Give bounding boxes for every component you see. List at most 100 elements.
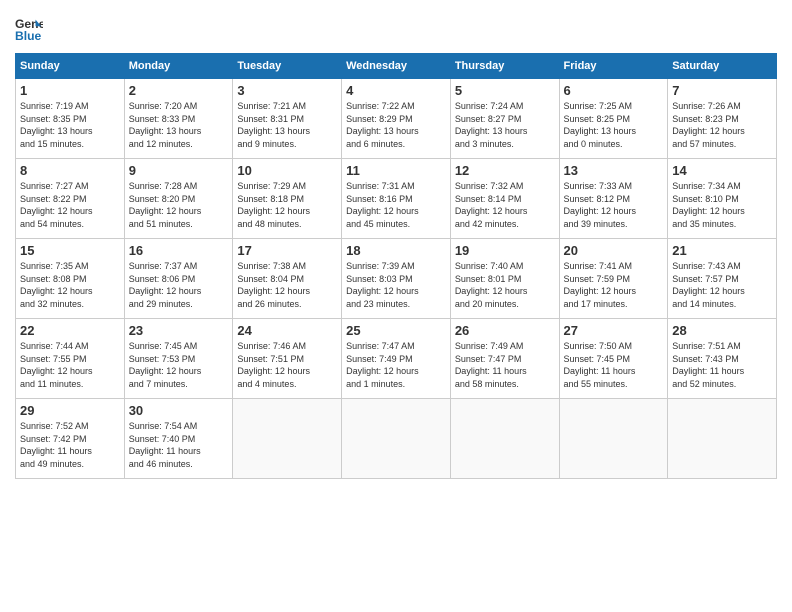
day-info: Sunrise: 7:41 AMSunset: 7:59 PMDaylight:… xyxy=(564,260,664,310)
calendar-table: SundayMondayTuesdayWednesdayThursdayFrid… xyxy=(15,53,777,479)
calendar-cell: 3 Sunrise: 7:21 AMSunset: 8:31 PMDaylight… xyxy=(233,79,342,159)
calendar-cell: 24 Sunrise: 7:46 AMSunset: 7:51 PMDayligh… xyxy=(233,319,342,399)
calendar-cell: 9 Sunrise: 7:28 AMSunset: 8:20 PMDaylight… xyxy=(124,159,233,239)
day-info: Sunrise: 7:21 AMSunset: 8:31 PMDaylight:… xyxy=(237,100,337,150)
calendar-cell: 21 Sunrise: 7:43 AMSunset: 7:57 PMDayligh… xyxy=(668,239,777,319)
calendar-cell: 11 Sunrise: 7:31 AMSunset: 8:16 PMDayligh… xyxy=(342,159,451,239)
day-info: Sunrise: 7:20 AMSunset: 8:33 PMDaylight:… xyxy=(129,100,229,150)
day-number: 5 xyxy=(455,83,555,98)
page-header: General Blue xyxy=(15,15,777,43)
day-info: Sunrise: 7:28 AMSunset: 8:20 PMDaylight:… xyxy=(129,180,229,230)
day-number: 1 xyxy=(20,83,120,98)
day-number: 28 xyxy=(672,323,772,338)
day-info: Sunrise: 7:25 AMSunset: 8:25 PMDaylight:… xyxy=(564,100,664,150)
day-number: 30 xyxy=(129,403,229,418)
calendar-week-1: 1 Sunrise: 7:19 AMSunset: 8:35 PMDaylight… xyxy=(16,79,777,159)
day-info: Sunrise: 7:39 AMSunset: 8:03 PMDaylight:… xyxy=(346,260,446,310)
day-info: Sunrise: 7:24 AMSunset: 8:27 PMDaylight:… xyxy=(455,100,555,150)
day-number: 24 xyxy=(237,323,337,338)
day-number: 12 xyxy=(455,163,555,178)
day-number: 4 xyxy=(346,83,446,98)
calendar-cell: 18 Sunrise: 7:39 AMSunset: 8:03 PMDayligh… xyxy=(342,239,451,319)
calendar-cell: 23 Sunrise: 7:45 AMSunset: 7:53 PMDayligh… xyxy=(124,319,233,399)
calendar-cell: 12 Sunrise: 7:32 AMSunset: 8:14 PMDayligh… xyxy=(450,159,559,239)
day-number: 13 xyxy=(564,163,664,178)
calendar-cell: 15 Sunrise: 7:35 AMSunset: 8:08 PMDayligh… xyxy=(16,239,125,319)
calendar-cell xyxy=(342,399,451,479)
calendar-cell: 14 Sunrise: 7:34 AMSunset: 8:10 PMDayligh… xyxy=(668,159,777,239)
col-header-wednesday: Wednesday xyxy=(342,54,451,79)
day-info: Sunrise: 7:27 AMSunset: 8:22 PMDaylight:… xyxy=(20,180,120,230)
day-info: Sunrise: 7:34 AMSunset: 8:10 PMDaylight:… xyxy=(672,180,772,230)
day-number: 9 xyxy=(129,163,229,178)
calendar-cell: 5 Sunrise: 7:24 AMSunset: 8:27 PMDaylight… xyxy=(450,79,559,159)
calendar-cell: 28Sunrise: 7:51 AMSunset: 7:43 PMDayligh… xyxy=(668,319,777,399)
svg-text:Blue: Blue xyxy=(15,29,42,43)
col-header-saturday: Saturday xyxy=(668,54,777,79)
day-info: Sunrise: 7:45 AMSunset: 7:53 PMDaylight:… xyxy=(129,340,229,390)
col-header-tuesday: Tuesday xyxy=(233,54,342,79)
day-info: Sunrise: 7:29 AMSunset: 8:18 PMDaylight:… xyxy=(237,180,337,230)
day-number: 18 xyxy=(346,243,446,258)
day-number: 21 xyxy=(672,243,772,258)
day-info: Sunrise: 7:43 AMSunset: 7:57 PMDaylight:… xyxy=(672,260,772,310)
day-number: 15 xyxy=(20,243,120,258)
calendar-cell: 19Sunrise: 7:40 AMSunset: 8:01 PMDayligh… xyxy=(450,239,559,319)
day-number: 14 xyxy=(672,163,772,178)
day-number: 25 xyxy=(346,323,446,338)
day-info: Sunrise: 7:40 AMSunset: 8:01 PMDaylight:… xyxy=(455,260,555,310)
day-info: Sunrise: 7:54 AMSunset: 7:40 PMDaylight:… xyxy=(129,420,229,470)
day-info: Sunrise: 7:50 AMSunset: 7:45 PMDaylight:… xyxy=(564,340,664,390)
calendar-cell: 29 Sunrise: 7:52 AMSunset: 7:42 PMDayligh… xyxy=(16,399,125,479)
day-number: 16 xyxy=(129,243,229,258)
day-number: 3 xyxy=(237,83,337,98)
day-number: 17 xyxy=(237,243,337,258)
calendar-week-4: 22 Sunrise: 7:44 AMSunset: 7:55 PMDayligh… xyxy=(16,319,777,399)
day-number: 10 xyxy=(237,163,337,178)
col-header-monday: Monday xyxy=(124,54,233,79)
calendar-cell: 13 Sunrise: 7:33 AMSunset: 8:12 PMDayligh… xyxy=(559,159,668,239)
calendar-week-2: 8 Sunrise: 7:27 AMSunset: 8:22 PMDaylight… xyxy=(16,159,777,239)
day-number: 8 xyxy=(20,163,120,178)
day-info: Sunrise: 7:52 AMSunset: 7:42 PMDaylight:… xyxy=(20,420,120,470)
calendar-cell: 26Sunrise: 7:49 AMSunset: 7:47 PMDayligh… xyxy=(450,319,559,399)
day-number: 27 xyxy=(564,323,664,338)
logo-icon: General Blue xyxy=(15,15,43,43)
calendar-cell: 20 Sunrise: 7:41 AMSunset: 7:59 PMDayligh… xyxy=(559,239,668,319)
day-number: 29 xyxy=(20,403,120,418)
day-number: 26 xyxy=(455,323,555,338)
day-number: 20 xyxy=(564,243,664,258)
day-number: 22 xyxy=(20,323,120,338)
day-info: Sunrise: 7:26 AMSunset: 8:23 PMDaylight:… xyxy=(672,100,772,150)
day-info: Sunrise: 7:46 AMSunset: 7:51 PMDaylight:… xyxy=(237,340,337,390)
calendar-week-3: 15 Sunrise: 7:35 AMSunset: 8:08 PMDayligh… xyxy=(16,239,777,319)
calendar-week-5: 29 Sunrise: 7:52 AMSunset: 7:42 PMDayligh… xyxy=(16,399,777,479)
day-info: Sunrise: 7:19 AMSunset: 8:35 PMDaylight:… xyxy=(20,100,120,150)
calendar-cell xyxy=(233,399,342,479)
day-number: 2 xyxy=(129,83,229,98)
calendar-cell xyxy=(450,399,559,479)
day-number: 7 xyxy=(672,83,772,98)
calendar-cell: 22 Sunrise: 7:44 AMSunset: 7:55 PMDayligh… xyxy=(16,319,125,399)
day-info: Sunrise: 7:33 AMSunset: 8:12 PMDaylight:… xyxy=(564,180,664,230)
day-info: Sunrise: 7:44 AMSunset: 7:55 PMDaylight:… xyxy=(20,340,120,390)
calendar-cell: 27 Sunrise: 7:50 AMSunset: 7:45 PMDayligh… xyxy=(559,319,668,399)
calendar-cell: 10 Sunrise: 7:29 AMSunset: 8:18 PMDayligh… xyxy=(233,159,342,239)
calendar-cell: 1 Sunrise: 7:19 AMSunset: 8:35 PMDaylight… xyxy=(16,79,125,159)
day-number: 11 xyxy=(346,163,446,178)
col-header-friday: Friday xyxy=(559,54,668,79)
col-header-sunday: Sunday xyxy=(16,54,125,79)
day-info: Sunrise: 7:32 AMSunset: 8:14 PMDaylight:… xyxy=(455,180,555,230)
day-info: Sunrise: 7:38 AMSunset: 8:04 PMDaylight:… xyxy=(237,260,337,310)
calendar-cell: 7 Sunrise: 7:26 AMSunset: 8:23 PMDaylight… xyxy=(668,79,777,159)
calendar-cell: 16Sunrise: 7:37 AMSunset: 8:06 PMDayligh… xyxy=(124,239,233,319)
day-info: Sunrise: 7:35 AMSunset: 8:08 PMDaylight:… xyxy=(20,260,120,310)
calendar-cell xyxy=(559,399,668,479)
calendar-cell: 25Sunrise: 7:47 AMSunset: 7:49 PMDayligh… xyxy=(342,319,451,399)
calendar-cell: 30 Sunrise: 7:54 AMSunset: 7:40 PMDayligh… xyxy=(124,399,233,479)
day-info: Sunrise: 7:22 AMSunset: 8:29 PMDaylight:… xyxy=(346,100,446,150)
day-info: Sunrise: 7:31 AMSunset: 8:16 PMDaylight:… xyxy=(346,180,446,230)
calendar-cell: 17 Sunrise: 7:38 AMSunset: 8:04 PMDayligh… xyxy=(233,239,342,319)
day-number: 23 xyxy=(129,323,229,338)
col-header-thursday: Thursday xyxy=(450,54,559,79)
